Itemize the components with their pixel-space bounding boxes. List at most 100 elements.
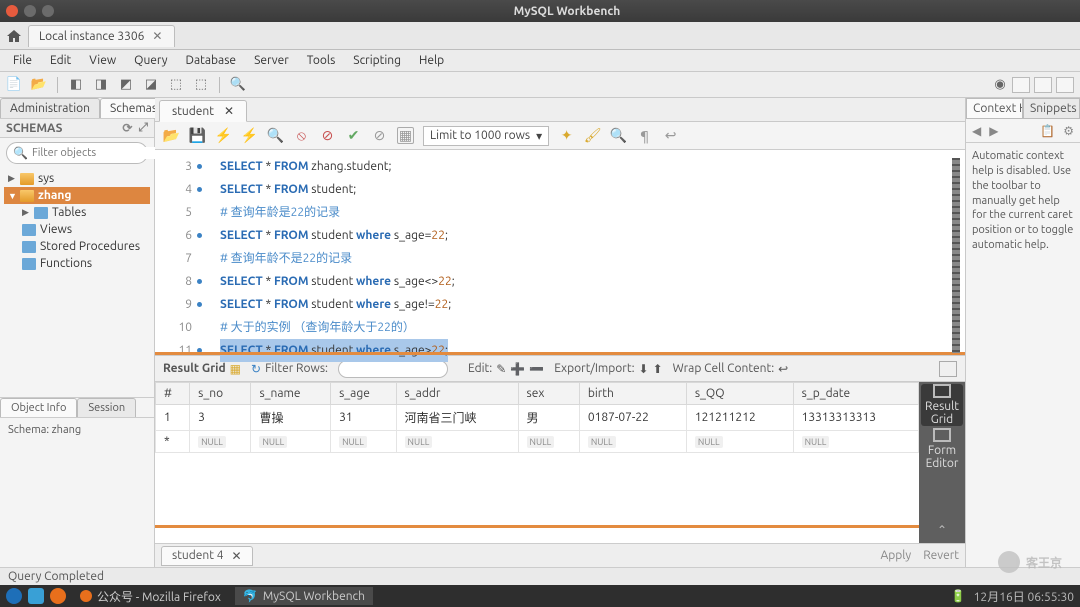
rollback-icon[interactable]: ⊘	[371, 127, 388, 144]
firefox-icon[interactable]	[50, 588, 66, 604]
dashboard-icon[interactable]: ◉	[992, 77, 1008, 93]
copy-icon[interactable]: 📋	[1040, 124, 1055, 138]
users-icon[interactable]: ◩	[118, 77, 134, 93]
edit-icon[interactable]: ✎	[496, 362, 506, 376]
editor-tab-student[interactable]: student ✕	[159, 100, 247, 122]
chevron-up-icon[interactable]: ⌃	[937, 523, 947, 537]
revert-button[interactable]: Revert	[923, 549, 959, 562]
search-icon[interactable]: 🔍	[230, 77, 246, 93]
export-icon[interactable]: ⬚	[168, 77, 184, 93]
menu-file[interactable]: File	[6, 52, 39, 69]
context-help-text: Automatic context help is disabled. Use …	[966, 143, 1080, 259]
files-icon[interactable]	[28, 588, 44, 604]
sidebar: Administration Schemas SCHEMAS ⟳⤢ 🔍 ▶sys…	[0, 98, 155, 567]
beautify-icon[interactable]: ✦	[558, 127, 575, 144]
stop-icon[interactable]: ⦸	[293, 127, 310, 144]
toggle-panel-icon[interactable]	[939, 361, 957, 377]
window-maximize-icon[interactable]	[42, 5, 54, 17]
tree-item-zhang[interactable]: ▼zhang	[4, 187, 150, 204]
menu-database[interactable]: Database	[179, 52, 244, 69]
expand-icon[interactable]: ⤢	[138, 121, 148, 135]
tree-item-functions[interactable]: Functions	[4, 255, 150, 272]
menu-view[interactable]: View	[82, 52, 123, 69]
show-apps-icon[interactable]	[6, 588, 22, 604]
wrap-icon[interactable]: ↩	[662, 127, 679, 144]
filter-rows-input[interactable]	[338, 360, 448, 378]
kill-icon[interactable]: ⊘	[319, 127, 336, 144]
auto-icon[interactable]: ⚙	[1063, 124, 1074, 138]
clock[interactable]: 12月16日 06:55:30	[974, 588, 1074, 605]
home-icon[interactable]	[6, 28, 22, 44]
open-sql-icon[interactable]: 📂	[31, 77, 47, 93]
inspector-icon[interactable]: ◨	[93, 77, 109, 93]
status-icon[interactable]: ◪	[143, 77, 159, 93]
toggle-sidebar-icon[interactable]	[1012, 77, 1030, 93]
taskbar-app-firefox[interactable]: 公众号 - Mozilla Firefox	[72, 587, 229, 605]
apply-button[interactable]: Apply	[880, 549, 911, 562]
window-title: MySQL Workbench	[60, 5, 1074, 18]
tree-item-sys[interactable]: ▶sys	[4, 170, 150, 187]
delete-row-icon[interactable]: ➖	[529, 362, 544, 376]
connection-tabstrip: Local instance 3306 ✕	[0, 22, 1080, 50]
close-icon[interactable]: ✕	[232, 549, 242, 563]
save-icon[interactable]: 💾	[189, 127, 206, 144]
menu-edit[interactable]: Edit	[43, 52, 78, 69]
import-icon[interactable]: ⬚	[193, 77, 209, 93]
tab-object-info[interactable]: Object Info	[0, 398, 77, 417]
close-icon[interactable]: ✕	[224, 104, 234, 118]
tab-snippets[interactable]: Snippets	[1023, 98, 1080, 119]
wrap-icon[interactable]: ↩	[778, 362, 788, 376]
form-editor-button[interactable]: Form Editor	[921, 428, 963, 470]
tab-administration[interactable]: Administration	[0, 98, 100, 118]
tab-session[interactable]: Session	[77, 398, 136, 417]
new-model-icon[interactable]: ◧	[68, 77, 84, 93]
export-icon[interactable]: ⬇	[639, 362, 649, 376]
menu-tools[interactable]: Tools	[300, 52, 343, 69]
invisible-icon[interactable]: ¶	[636, 127, 653, 144]
chevron-down-icon: ▾	[536, 129, 542, 143]
battery-icon[interactable]: 🔋	[951, 589, 966, 603]
result-tab[interactable]: student 4✕	[161, 546, 253, 566]
taskbar-app-workbench[interactable]: 🐬MySQL Workbench	[235, 587, 373, 605]
tree-item-views[interactable]: Views	[4, 221, 150, 238]
result-grid[interactable]: #s_nos_names_ages_addrsexbirths_QQs_p_da…	[155, 382, 919, 543]
table-row-new: *NULLNULLNULLNULLNULLNULLNULLNULL	[156, 431, 919, 453]
commit-icon[interactable]: ✔	[345, 127, 362, 144]
execute-cursor-icon[interactable]: ⚡	[241, 127, 258, 144]
back-icon[interactable]: ◀	[972, 124, 981, 138]
result-grid-button[interactable]: Result Grid	[921, 384, 963, 426]
sql-editor[interactable]: 3 4 5 6 7 8 9 10 11 SELECT * FROM zhang.…	[155, 150, 965, 355]
refresh-icon[interactable]: ⟳	[122, 121, 132, 135]
schema-tree[interactable]: ▶sys ▼zhang ▶Tables Views Stored Procedu…	[0, 168, 154, 397]
schemas-filter[interactable]: 🔍	[6, 142, 148, 164]
tree-item-procedures[interactable]: Stored Procedures	[4, 238, 150, 255]
explain-icon[interactable]: 🔍	[267, 127, 284, 144]
forward-icon[interactable]: ▶	[989, 124, 998, 138]
toggle-output-icon[interactable]	[1034, 77, 1052, 93]
close-icon[interactable]: ✕	[152, 29, 164, 43]
autocommit-icon[interactable]: ▦	[397, 127, 414, 144]
tab-context-help[interactable]: Context Help	[966, 98, 1023, 119]
window-minimize-icon[interactable]	[24, 5, 36, 17]
toggle-secondary-icon[interactable]	[1056, 77, 1074, 93]
new-sql-tab-icon[interactable]: 📄	[6, 77, 22, 93]
open-icon[interactable]: 📂	[163, 127, 180, 144]
connection-tab[interactable]: Local instance 3306 ✕	[28, 25, 175, 47]
menu-scripting[interactable]: Scripting	[346, 52, 408, 69]
limit-select[interactable]: Limit to 1000 rows▾	[423, 126, 549, 146]
tree-item-tables[interactable]: ▶Tables	[4, 204, 150, 221]
table-row[interactable]: 13曹操31河南省三门峡男0187-07-2212121121213313313…	[156, 405, 919, 431]
menu-query[interactable]: Query	[127, 52, 174, 69]
brush-icon[interactable]: 🖌	[584, 127, 601, 144]
window-close-icon[interactable]	[6, 5, 18, 17]
minimap[interactable]	[952, 158, 960, 353]
import-icon[interactable]: ⬆	[653, 362, 663, 376]
refresh-icon[interactable]: ↻	[251, 362, 261, 376]
menu-help[interactable]: Help	[412, 52, 451, 69]
grid-icon	[933, 384, 951, 398]
menu-server[interactable]: Server	[247, 52, 296, 69]
find-icon[interactable]: 🔍	[610, 127, 627, 144]
statusbar: Query Completed	[0, 567, 1080, 585]
execute-icon[interactable]: ⚡	[215, 127, 232, 144]
add-row-icon[interactable]: ➕	[510, 362, 525, 376]
